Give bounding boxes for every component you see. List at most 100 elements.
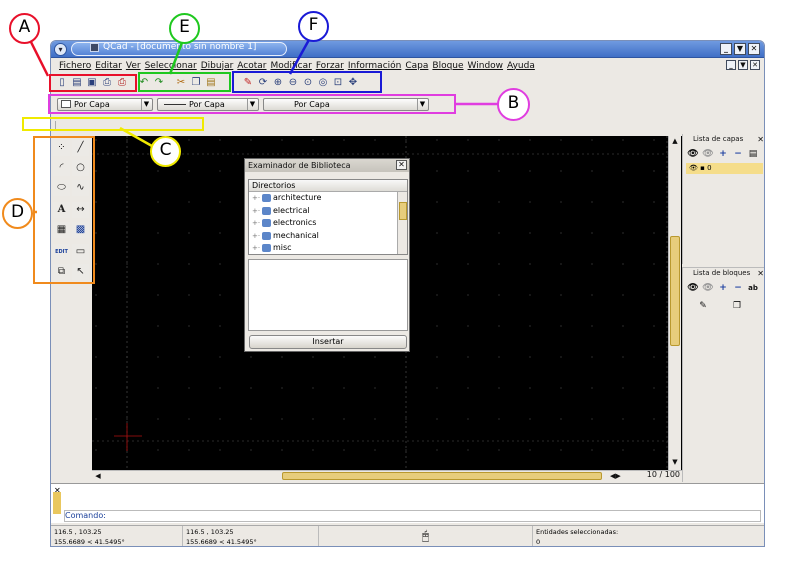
tree-item[interactable]: +· mechanical <box>249 230 407 243</box>
folder-icon <box>262 244 271 253</box>
minimize-button[interactable]: _ <box>720 43 732 55</box>
window-menu-button[interactable]: ▾ <box>54 43 67 56</box>
annotation-label-d: D <box>2 198 33 229</box>
folder-icon <box>262 194 271 203</box>
vertical-scroll-thumb[interactable] <box>670 236 680 346</box>
annotation-box-f <box>232 71 382 93</box>
stage: ▾ QCad - [documento sin nombre 1] _ ▼ ✕ … <box>0 0 800 569</box>
eye-hidden-icon[interactable]: 👁 <box>702 148 714 160</box>
insert-button[interactable]: Insertar <box>249 335 407 349</box>
close-icon[interactable]: ✕ <box>757 268 764 279</box>
app-icon <box>90 43 99 52</box>
command-label: Comando: <box>65 511 106 520</box>
vertical-scrollbar[interactable]: ▲ ▼ <box>668 136 681 470</box>
block-list-dock: Lista de bloques ✕ 👁 👁 + − ab ✎ ❐ <box>682 267 764 482</box>
close-icon[interactable]: ✕ <box>757 134 764 145</box>
tree-item[interactable]: +· architecture <box>249 192 407 205</box>
menu-window[interactable]: Window <box>466 61 506 71</box>
directory-tree: Directorios +· architecture +· electrical … <box>248 179 408 255</box>
command-area: ✕ Comando: <box>51 483 764 523</box>
page-counter: 10 / 100 <box>646 470 680 479</box>
scroll-right-icon[interactable]: ◀▶ <box>610 472 621 481</box>
mouse-icon: 🖰 <box>319 526 533 546</box>
tree-scroll-thumb[interactable] <box>399 202 407 220</box>
layer-row[interactable]: 👁 ▪ 0 <box>686 163 763 174</box>
command-line-input[interactable] <box>64 510 761 522</box>
annotation-box-b <box>48 94 456 114</box>
add-block-icon[interactable]: + <box>717 282 729 294</box>
tree-item-label: electrical <box>273 205 310 215</box>
edit-block-icon[interactable]: ✎ <box>697 300 709 312</box>
tree-item[interactable]: +· electronics <box>249 217 407 230</box>
menu-fichero[interactable]: Fichero <box>57 61 93 71</box>
tree-item-label: electronics <box>273 218 317 228</box>
tree-item-label: mechanical <box>273 230 319 240</box>
rel-polar: 155.6689 < 41.5495° <box>186 538 257 546</box>
horizontal-scrollbar[interactable]: ◀ ◀▶ 10 / 100 <box>92 470 682 481</box>
annotation-label-c: C <box>150 136 181 167</box>
command-dock-tab[interactable] <box>53 492 61 514</box>
menu-seleccionar[interactable]: Seleccionar <box>143 61 199 71</box>
annotation-box-d <box>33 136 95 284</box>
layer-list-dock: Lista de capas ✕ 👁 👁 + − ▤ 👁 ▪ 0 <box>682 134 764 264</box>
tree-item-label: misc <box>273 243 292 253</box>
menu-bar: Fichero Editar Ver Seleccionar Dibujar A… <box>51 58 764 73</box>
block-list-title: Lista de bloques ✕ <box>683 268 764 279</box>
scroll-down-icon[interactable]: ▼ <box>670 458 680 467</box>
mdi-restore-button[interactable]: ▼ <box>738 60 748 70</box>
menu-capa[interactable]: Capa <box>403 61 430 71</box>
annotation-label-e: E <box>169 13 200 44</box>
annotation-label-f: F <box>298 11 329 42</box>
folder-icon <box>262 219 271 228</box>
annotation-label-b: B <box>497 88 530 121</box>
remove-block-icon[interactable]: − <box>732 282 744 294</box>
eye-icon[interactable]: 👁 <box>687 148 699 160</box>
eye-hidden-icon[interactable]: 👁 <box>702 282 714 294</box>
layer-list-title-text: Lista de capas <box>693 135 744 143</box>
maximize-button[interactable]: ▼ <box>734 43 746 55</box>
mdi-close-button[interactable]: ✕ <box>750 60 760 70</box>
menu-dibujar[interactable]: Dibujar <box>199 61 236 71</box>
scroll-left-icon[interactable]: ◀ <box>93 472 103 481</box>
scroll-up-icon[interactable]: ▲ <box>670 137 680 146</box>
close-button[interactable]: ✕ <box>748 43 760 55</box>
rename-block-icon[interactable]: ab <box>747 282 759 294</box>
block-list-title-text: Lista de bloques <box>693 269 751 277</box>
title-bar: ▾ QCad - [documento sin nombre 1] _ ▼ ✕ <box>51 41 764 58</box>
directory-tree-header: Directorios <box>249 180 407 192</box>
menu-bloque[interactable]: Bloque <box>430 61 465 71</box>
library-dialog-title-text: Examinador de Biblioteca <box>248 161 351 170</box>
selected-count: 0 <box>536 538 541 546</box>
annotation-box-a <box>49 74 137 92</box>
tree-item[interactable]: +· electrical <box>249 205 407 218</box>
selection-info: Entidades seleccionadas: 0 <box>533 526 764 546</box>
layer-name: 0 <box>707 164 712 172</box>
tree-scrollbar[interactable] <box>397 192 407 254</box>
library-dialog-title: Examinador de Biblioteca ✕ <box>245 159 409 172</box>
layer-list-title: Lista de capas ✕ <box>683 134 764 145</box>
rel-coords: 116.5 , 103.25 <box>186 528 234 536</box>
menu-modificar[interactable]: Modificar <box>269 61 314 71</box>
menu-informacion[interactable]: Información <box>346 61 404 71</box>
annotation-box-e <box>138 72 231 92</box>
remove-layer-icon[interactable]: − <box>732 148 744 160</box>
block-preview-area[interactable] <box>248 259 408 331</box>
horizontal-scroll-thumb[interactable] <box>282 472 602 480</box>
status-bar: 116.5 , 103.25 155.6689 < 41.5495° 116.5… <box>51 525 764 546</box>
close-icon[interactable]: ✕ <box>396 160 407 170</box>
menu-ayuda[interactable]: Ayuda <box>505 61 537 71</box>
relative-coordinates: 116.5 , 103.25 155.6689 < 41.5495° <box>183 526 319 546</box>
layer-edit-icon[interactable]: ▤ <box>747 148 759 160</box>
absolute-coordinates: 116.5 , 103.25 155.6689 < 41.5495° <box>51 526 183 546</box>
abs-polar: 155.6689 < 41.5495° <box>54 538 125 546</box>
mdi-minimize-button[interactable]: _ <box>726 60 736 70</box>
folder-icon <box>262 231 271 240</box>
eye-icon[interactable]: 👁 <box>687 282 699 294</box>
menu-editar[interactable]: Editar <box>93 61 124 71</box>
tree-item[interactable]: +· misc <box>249 242 407 255</box>
menu-ver[interactable]: Ver <box>124 61 143 71</box>
menu-acotar[interactable]: Acotar <box>235 61 268 71</box>
add-layer-icon[interactable]: + <box>717 148 729 160</box>
menu-forzar[interactable]: Forzar <box>314 61 346 71</box>
insert-block-icon[interactable]: ❐ <box>731 300 743 312</box>
